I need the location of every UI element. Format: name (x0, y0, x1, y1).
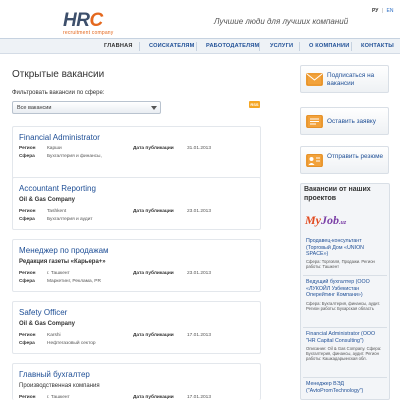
site-header: HRC recruitment company Лучшие люди для … (0, 0, 400, 40)
nav-home[interactable]: ГЛАВНАЯ (104, 43, 133, 49)
region-label: Регион (19, 271, 36, 276)
nav-divider (351, 42, 352, 51)
vacancy-card: Safety Officer Oil & Gas Company Регион … (12, 301, 261, 354)
project-vacancy-title[interactable]: Продавец-консультант (Торговый Дом «UNIO… (306, 238, 386, 258)
lang-en[interactable]: EN (386, 8, 393, 14)
vacancy-title[interactable]: Financial Administrator (19, 133, 100, 142)
subscribe-label: Подписаться на вакансии (327, 72, 375, 87)
nav-divider (139, 42, 140, 51)
region-value: Tashkent (47, 209, 67, 214)
vacancy-card: Accountant Reporting Oil & Gas Company Р… (12, 177, 261, 230)
vacancy-title[interactable]: Safety Officer (19, 308, 67, 317)
sphere-value: Бухгалтерия и финансы, (47, 154, 102, 159)
vacancy-company: Oil & Gas Company (19, 197, 76, 203)
region-value: Karshi (47, 333, 61, 338)
nav-divider (259, 42, 260, 51)
region-value: г. Ташкент (47, 395, 70, 400)
subscribe-button[interactable]: Подписаться на вакансии (300, 65, 389, 93)
lang-ru[interactable]: РУ (372, 8, 378, 14)
project-vacancy-title[interactable]: Менеджер ВЭД ("AvtoPromTechnology") (306, 381, 386, 394)
logo-text: HRC (63, 10, 103, 31)
myjob-logo[interactable]: MyJob.uz (305, 213, 346, 228)
sphere-value: Маркетинг, Реклама, PR (47, 279, 101, 284)
date-value: 17.01.2013 (187, 333, 212, 338)
project-vacancy-meta: Сфера: Торговля, Продажи. Регион работы:… (306, 259, 375, 269)
send-resume-button[interactable]: Отправить резюме (300, 146, 389, 174)
region-value: Карши (47, 146, 62, 151)
sphere-filter-select[interactable]: Все вакансии (12, 101, 161, 114)
vacancy-company: Редакция газеты «Карьера+» (19, 259, 106, 265)
language-switcher: РУ | EN (370, 8, 393, 14)
vacancy-card: Financial Administrator Регион Карши Дат… (12, 126, 261, 179)
sphere-label: Сфера (19, 279, 35, 284)
project-vacancy-title[interactable]: Ведущий бухгалтер (ООО «ЛУКОЙЛ Узбекиста… (306, 279, 386, 299)
divider (303, 377, 387, 378)
nav-contacts[interactable]: КОНТАКТЫ (361, 43, 394, 49)
date-label: Дата публикации (133, 333, 174, 338)
date-label: Дата публикации (133, 395, 174, 400)
sphere-value: Бухгалтерия и аудит (47, 217, 93, 222)
chevron-down-icon (151, 106, 157, 110)
slogan: Лучшие люди для лучших компаний (214, 17, 349, 26)
page-title: Открытые вакансии (12, 69, 105, 80)
logo-subtitle: recruitment company (63, 30, 114, 36)
region-label: Регион (19, 209, 36, 214)
main-nav: ГЛАВНАЯ СОИСКАТЕЛЯМ РАБОТОДАТЕЛЯМ УСЛУГИ… (0, 38, 400, 54)
divider (303, 275, 387, 276)
nav-divider (299, 42, 300, 51)
envelope-icon (306, 73, 323, 86)
date-label: Дата публикации (133, 146, 174, 151)
region-value: г. Ташкент (47, 271, 70, 276)
divider (303, 327, 387, 328)
send-resume-label: Отправить резюме (327, 153, 384, 160)
region-label: Регион (19, 333, 36, 338)
sphere-label: Сфера (19, 341, 35, 346)
vacancy-title[interactable]: Менеджер по продажам (19, 246, 109, 255)
sphere-label: Сфера (19, 154, 35, 159)
nav-services[interactable]: УСЛУГИ (270, 43, 293, 49)
vacancy-title[interactable]: Accountant Reporting (19, 184, 96, 193)
vacancy-company: Производственная компания (19, 383, 100, 389)
nav-candidates[interactable]: СОИСКАТЕЛЯМ (149, 43, 194, 49)
region-label: Регион (19, 395, 36, 400)
nav-about[interactable]: О КОМПАНИИ (309, 43, 349, 49)
select-value: Все вакансии (17, 105, 52, 111)
date-label: Дата публикации (133, 209, 174, 214)
project-vacancy-meta: Сфера: Бухгалтерия, финансы, аудит. Реги… (306, 301, 381, 311)
vacancy-company: Oil & Gas Company (19, 321, 76, 327)
project-vacancies-title: Вакансии от наших проектов (304, 186, 371, 202)
date-value: 17.01.2013 (187, 395, 212, 400)
date-value: 23.01.2013 (187, 271, 212, 276)
date-value: 23.01.2013 (187, 209, 212, 214)
region-label: Регион (19, 146, 36, 151)
apply-label: Оставить заявку (327, 118, 376, 125)
logo[interactable]: HRC recruitment company (63, 11, 114, 36)
filter-label: Фильтровать вакансии по сфере: (12, 90, 105, 96)
date-label: Дата публикации (133, 271, 174, 276)
rss-icon[interactable]: RSS (249, 101, 260, 108)
lang-separator: | (381, 8, 384, 14)
apply-button[interactable]: Оставить заявку (300, 107, 389, 135)
resume-card-icon (306, 154, 323, 167)
nav-employers[interactable]: РАБОТОДАТЕЛЯМ (206, 43, 259, 49)
vacancy-card: Главный бухгалтер Производственная компа… (12, 363, 261, 400)
sphere-value: Нефтегазовый сектор (47, 341, 96, 346)
date-value: 31.01.2013 (187, 146, 212, 151)
project-vacancy-title[interactable]: Financial Administrator (ООО "HR Capital… (306, 331, 386, 344)
sphere-label: Сфера (19, 217, 35, 222)
document-edit-icon (306, 115, 323, 128)
vacancy-title[interactable]: Главный бухгалтер (19, 370, 90, 379)
vacancy-card: Менеджер по продажам Редакция газеты «Ка… (12, 239, 261, 292)
nav-divider (196, 42, 197, 51)
project-vacancy-meta: Описание: Oil & Gas Company. Сфера: Бухг… (306, 346, 382, 361)
